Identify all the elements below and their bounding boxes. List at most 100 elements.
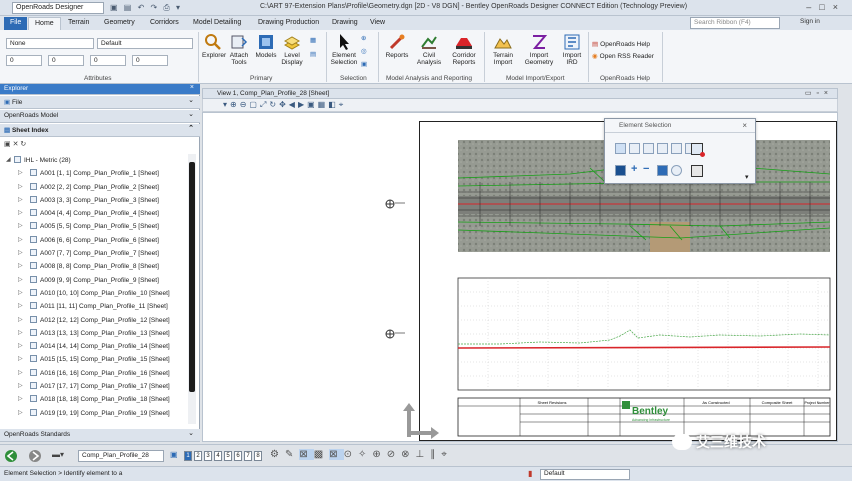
- expand-icon[interactable]: ▷: [18, 207, 23, 220]
- sign-in-link[interactable]: Sign in: [800, 18, 820, 25]
- selection-small-tool-2[interactable]: ◎: [361, 47, 367, 55]
- rotate-view-icon[interactable]: ↻: [269, 100, 279, 109]
- window-area-icon[interactable]: ▢: [249, 100, 260, 109]
- rss-reader-button[interactable]: ◉ Open RSS Reader: [592, 52, 654, 61]
- section-file[interactable]: ▣ File ⌄: [0, 96, 200, 109]
- parallel-icon[interactable]: ∥: [430, 449, 441, 460]
- reports-button[interactable]: Reports: [382, 33, 412, 59]
- close-icon[interactable]: ×: [190, 84, 194, 91]
- level-display-button[interactable]: Level Display: [280, 33, 304, 66]
- snap-intersect-icon[interactable]: ⊠: [329, 449, 344, 460]
- invert-button[interactable]: [657, 165, 668, 176]
- brush-icon[interactable]: ✎: [285, 449, 299, 460]
- list-item[interactable]: ▷ A013 [13, 13] Comp_Plan_Profile_13 [She…: [0, 327, 188, 340]
- close-icon[interactable]: ×: [833, 2, 846, 12]
- expand-icon[interactable]: ▷: [18, 260, 23, 273]
- expand-icon[interactable]: ▷: [18, 247, 23, 260]
- list-item[interactable]: ▷ A010 [10, 10] Comp_Plan_Profile_10 [She…: [0, 287, 188, 300]
- view-next-icon[interactable]: ▶: [298, 100, 307, 109]
- maximize-icon[interactable]: □: [819, 2, 832, 12]
- fit-view-icon[interactable]: ⤢: [260, 100, 269, 109]
- import-ird-button[interactable]: Import IRD: [558, 33, 586, 66]
- view-8-button[interactable]: 8: [254, 451, 262, 461]
- expand-icon[interactable]: ▷: [18, 300, 23, 313]
- section-openroads-standards[interactable]: OpenRoads Standards ⌄: [0, 429, 200, 442]
- display-style-icon[interactable]: ◧: [328, 100, 339, 109]
- selection-small-tool-1[interactable]: ⊕: [361, 34, 366, 42]
- linestyle-combo[interactable]: 0: [90, 55, 126, 66]
- dialog-header[interactable]: Element Selection ×: [605, 119, 755, 133]
- expand-icon[interactable]: ▷: [18, 367, 23, 380]
- list-item[interactable]: ▷ A006 [6, 6] Comp_Plan_Profile_6 [Sheet]: [0, 234, 188, 247]
- lock-icon[interactable]: ▮: [528, 469, 532, 478]
- view-5-button[interactable]: 5: [224, 451, 232, 461]
- perpendicular-icon[interactable]: ⊥: [416, 449, 431, 460]
- view-1-button[interactable]: 1: [184, 451, 192, 461]
- tab-drawing-production[interactable]: Drawing Production: [252, 17, 325, 30]
- list-item[interactable]: ▷ A001 [1, 1] Comp_Plan_Profile_1 [Sheet]: [0, 167, 188, 180]
- nearest-icon[interactable]: ⊘: [387, 449, 401, 460]
- primary-small-tool-1[interactable]: ▦: [310, 36, 316, 44]
- view-group-combo[interactable]: Comp_Plan_Profile_28: [78, 450, 164, 462]
- new-selection-button[interactable]: [615, 165, 626, 176]
- expand-icon[interactable]: ◢: [6, 154, 11, 167]
- expand-icon[interactable]: ▷: [18, 234, 23, 247]
- level-combo[interactable]: None: [6, 38, 94, 49]
- snap-toolbar[interactable]: ⚙✎⊠▩⊠⊙✧⊕⊘⊗⊥∥⌖: [270, 449, 453, 460]
- list-item[interactable]: ▷ A016 [16, 16] Comp_Plan_Profile_16 [She…: [0, 367, 188, 380]
- list-item[interactable]: ▷ A004 [4, 4] Comp_Plan_Profile_4 [Sheet]: [0, 207, 188, 220]
- individual-mode-button[interactable]: [615, 143, 626, 154]
- zoom-in-icon[interactable]: ⊕: [230, 100, 240, 109]
- view-7-button[interactable]: 7: [244, 451, 252, 461]
- expand-icon[interactable]: ▷: [18, 353, 23, 366]
- quick-access-toolbar[interactable]: ▣ ▤ ↶ ↷ ⎙ ▾: [110, 3, 182, 13]
- section-sheet-index[interactable]: ▤ Sheet Index ⌃: [0, 124, 200, 137]
- tab-view[interactable]: View: [364, 17, 391, 30]
- tree-root[interactable]: ◢ IHL - Metric (28): [0, 154, 188, 167]
- list-item[interactable]: ▷ A005 [5, 5] Comp_Plan_Profile_5 [Sheet]: [0, 220, 188, 233]
- section-openroads-model[interactable]: OpenRoads Model ⌄: [0, 110, 200, 123]
- tab-terrain[interactable]: Terrain: [62, 17, 95, 30]
- transparency-combo[interactable]: 0: [132, 55, 168, 66]
- view-6-button[interactable]: 6: [234, 451, 242, 461]
- expand-icon[interactable]: ▷: [18, 314, 23, 327]
- list-item[interactable]: ▷ A011 [11, 11] Comp_Plan_Profile_11 [She…: [0, 300, 188, 313]
- expand-icon[interactable]: ▷: [18, 407, 23, 420]
- tab-geometry[interactable]: Geometry: [98, 17, 141, 30]
- expand-icon[interactable]: ▷: [18, 194, 23, 207]
- copy-view-icon[interactable]: ▣: [307, 100, 318, 109]
- close-icon[interactable]: ×: [742, 121, 747, 130]
- forward-icon[interactable]: [28, 449, 44, 463]
- center-icon[interactable]: ⊙: [344, 449, 358, 460]
- expand-icon[interactable]: ▷: [18, 167, 23, 180]
- attach-tools-button[interactable]: Attach Tools: [228, 33, 250, 66]
- list-item[interactable]: ▷ A009 [9, 9] Comp_Plan_Profile_9 [Sheet]: [0, 274, 188, 287]
- view-4-button[interactable]: 4: [214, 451, 222, 461]
- models-button[interactable]: Models: [255, 33, 277, 59]
- corridor-reports-button[interactable]: Corridor Reports: [446, 33, 482, 66]
- civil-analysis-button[interactable]: Civil Analysis: [414, 33, 444, 66]
- origin-icon[interactable]: ✧: [358, 449, 372, 460]
- tab-corridors[interactable]: Corridors: [144, 17, 185, 30]
- block-mode-button[interactable]: [629, 143, 640, 154]
- delete-icon[interactable]: ✕: [13, 141, 19, 148]
- selection-small-tool-3[interactable]: ▣: [361, 60, 367, 68]
- camera-icon[interactable]: ⌖: [339, 100, 347, 109]
- view-groups-icon[interactable]: ▣: [170, 450, 178, 459]
- workspace-dropdown[interactable]: OpenRoads Designer: [12, 2, 104, 14]
- subtract-icon[interactable]: −: [643, 163, 649, 175]
- list-item[interactable]: ▷ A007 [7, 7] Comp_Plan_Profile_7 [Sheet]: [0, 247, 188, 260]
- tab-home[interactable]: Home: [28, 17, 61, 30]
- color-combo[interactable]: 0: [6, 55, 42, 66]
- expand-icon[interactable]: ▷: [18, 274, 23, 287]
- list-item[interactable]: ▷ A002 [2, 2] Comp_Plan_Profile_2 [Sheet]: [0, 181, 188, 194]
- list-item[interactable]: ▷ A017 [17, 17] Comp_Plan_Profile_17 [She…: [0, 380, 188, 393]
- list-item[interactable]: ▷ A015 [15, 15] Comp_Plan_Profile_15 [She…: [0, 353, 188, 366]
- select-all-dialog-icon[interactable]: [691, 143, 705, 157]
- circle-mode-button[interactable]: [671, 143, 682, 154]
- view-2-button[interactable]: 2: [194, 451, 202, 461]
- element-selection-button[interactable]: Element Selection: [330, 33, 358, 66]
- clear-selection-button[interactable]: [671, 165, 682, 176]
- chevron-down-icon[interactable]: ▾: [745, 173, 749, 181]
- tab-drawing[interactable]: Drawing: [326, 17, 364, 30]
